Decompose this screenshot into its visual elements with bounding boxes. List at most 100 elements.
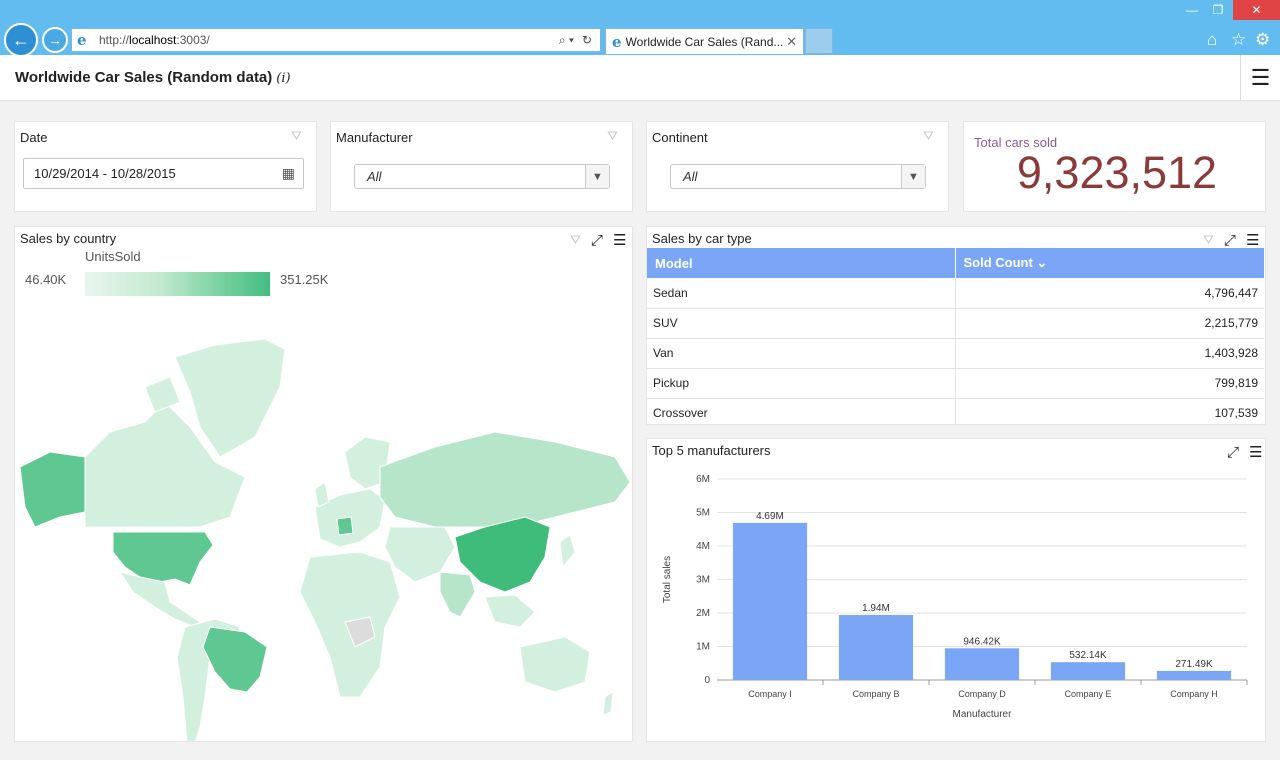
panel-menu-icon[interactable]: ☰ bbox=[1246, 231, 1259, 249]
hamburger-menu-icon[interactable]: ☰ bbox=[1240, 55, 1280, 101]
column-header-model[interactable]: Model bbox=[647, 248, 955, 278]
column-header-sold-count[interactable]: Sold Count ⌄ bbox=[954, 248, 1264, 278]
address-url[interactable]: http://localhost:3003/ bbox=[99, 33, 559, 47]
url-host: localhost bbox=[129, 33, 177, 47]
date-filter-card: Date ⛛ 10/29/2014 - 10/28/2015 ▦ bbox=[14, 121, 317, 212]
back-button[interactable]: ← bbox=[4, 23, 38, 57]
count-cell: 107,539 bbox=[954, 398, 1264, 424]
continent-selected-value: All bbox=[683, 169, 698, 184]
back-arrow-icon: ← bbox=[12, 29, 30, 50]
country-new-zealand[interactable] bbox=[602, 691, 614, 716]
minimize-button[interactable]: — bbox=[1180, 0, 1204, 20]
expand-icon[interactable]: ⤢ bbox=[1224, 232, 1236, 249]
forward-button[interactable]: → bbox=[42, 27, 68, 53]
kpi-card: Total cars sold 9,323,512 bbox=[963, 121, 1266, 212]
browser-chrome: ← → e http://localhost:3003/ ⌕ ▾ ↻ e Wor… bbox=[0, 0, 1280, 57]
url-prefix: http:// bbox=[99, 33, 130, 47]
kpi-value: 9,323,512 bbox=[1016, 147, 1218, 198]
sort-desc-icon[interactable]: ⌄ bbox=[1036, 255, 1047, 270]
table-row[interactable]: Van 1,403,928 bbox=[647, 338, 1264, 369]
table-row[interactable]: Pickup 799,819 bbox=[647, 368, 1264, 399]
region-southeast-asia[interactable] bbox=[484, 594, 536, 628]
dashboard-title-text: Worldwide Car Sales (Random data) bbox=[15, 69, 273, 86]
sales-by-country-panel: Sales by country ⛛ ⤢ ☰ UnitsSold 46.40K … bbox=[14, 226, 633, 742]
chevron-down-icon[interactable]: ▼ bbox=[585, 165, 609, 188]
search-icon[interactable]: ⌕ ▾ bbox=[559, 33, 574, 48]
count-cell: 4,796,447 bbox=[954, 278, 1264, 309]
data-label: 4.69M bbox=[756, 511, 784, 522]
continent-filter-card: Continent ⛛ All ▼ bbox=[646, 121, 949, 212]
table-row[interactable]: Sedan 4,796,447 bbox=[647, 278, 1264, 309]
date-range-value: 10/29/2014 - 10/28/2015 bbox=[34, 166, 176, 181]
data-label: 1.94M bbox=[862, 603, 890, 614]
x-tick-label: Company I bbox=[748, 689, 792, 699]
bar bbox=[944, 648, 1020, 680]
date-range-input[interactable]: 10/29/2014 - 10/28/2015 ▦ bbox=[23, 158, 304, 189]
manufacturer-select[interactable]: All ▼ bbox=[354, 164, 610, 189]
url-rest: :3003/ bbox=[176, 33, 210, 47]
model-cell: Sedan bbox=[647, 278, 955, 309]
data-label: 946.42K bbox=[963, 636, 1001, 647]
bar bbox=[1050, 662, 1126, 680]
sales-by-car-type-panel: Sales by car type ⛛ ⤢ ☰ Model Sold Count… bbox=[646, 226, 1266, 425]
cartype-title: Sales by car type bbox=[652, 231, 752, 246]
calendar-icon[interactable]: ▦ bbox=[282, 165, 295, 182]
car-type-table: Model Sold Count ⌄ Sedan 4,796,447 SUV 2,2… bbox=[647, 248, 1264, 424]
clear-filter-icon[interactable]: ⛛ bbox=[1203, 232, 1214, 248]
clear-filter-icon[interactable]: ⛛ bbox=[291, 128, 302, 144]
y-tick-label: 2M bbox=[696, 608, 710, 619]
address-bar[interactable]: e http://localhost:3003/ ⌕ ▾ ↻ bbox=[71, 28, 601, 52]
data-label: 271.49K bbox=[1175, 659, 1213, 670]
close-window-button[interactable]: ✕ bbox=[1233, 0, 1280, 20]
world-map bbox=[19, 338, 631, 741]
bar bbox=[732, 522, 808, 680]
continent-select[interactable]: All ▼ bbox=[670, 164, 926, 189]
browser-tab[interactable]: e Worldwide Car Sales (Rand... ✕ bbox=[605, 28, 804, 54]
country-russia[interactable] bbox=[379, 431, 631, 528]
table-header-row: Model Sold Count ⌄ bbox=[647, 248, 1264, 278]
manufacturer-filter-card: Manufacturer ⛛ All ▼ bbox=[330, 121, 633, 212]
model-cell: Crossover bbox=[647, 398, 955, 424]
cartype-panel-icons: ⛛ ⤢ ☰ bbox=[1203, 231, 1259, 250]
settings-gear-icon[interactable]: ⚙ bbox=[1255, 30, 1270, 50]
x-tick-label: Company B bbox=[852, 689, 899, 699]
x-tick-label: Company E bbox=[1064, 689, 1111, 699]
y-tick-label: 4M bbox=[696, 541, 710, 552]
tab-ie-icon: e bbox=[612, 32, 622, 51]
x-tick-label: Company H bbox=[1170, 689, 1218, 699]
country-australia[interactable] bbox=[519, 636, 591, 693]
country-japan[interactable] bbox=[559, 534, 576, 569]
table-row[interactable]: SUV 2,215,779 bbox=[647, 308, 1264, 339]
clear-filter-icon[interactable]: ⛛ bbox=[607, 128, 618, 144]
country-alaska[interactable] bbox=[19, 451, 86, 528]
dashboard-title: Worldwide Car Sales (Random data) (i) bbox=[15, 69, 291, 86]
y-tick-label: 6M bbox=[696, 474, 710, 485]
country-arctic-islands[interactable] bbox=[144, 376, 181, 413]
manufacturer-selected-value: All bbox=[367, 169, 382, 184]
date-filter-label: Date bbox=[20, 130, 48, 145]
country-uk[interactable] bbox=[314, 481, 330, 508]
table-row[interactable]: Crossover 107,539 bbox=[647, 398, 1264, 424]
clear-filter-icon[interactable]: ⛛ bbox=[923, 128, 934, 144]
country-india[interactable] bbox=[439, 571, 476, 618]
refresh-icon[interactable]: ↻ bbox=[582, 33, 592, 47]
country-brazil[interactable] bbox=[202, 626, 268, 693]
count-cell: 1,403,928 bbox=[954, 338, 1264, 369]
y-tick-label: 0 bbox=[704, 675, 710, 686]
tab-close-icon[interactable]: ✕ bbox=[786, 34, 797, 50]
info-icon[interactable]: (i) bbox=[276, 71, 290, 86]
country-germany[interactable] bbox=[336, 516, 354, 536]
sold-count-header-label: Sold Count bbox=[963, 255, 1033, 270]
app-header: Worldwide Car Sales (Random data) (i) ☰ bbox=[0, 55, 1280, 101]
model-cell: Van bbox=[647, 338, 955, 369]
ie-logo-icon: e bbox=[77, 31, 87, 49]
y-tick-label: 3M bbox=[696, 575, 710, 586]
manufacturer-filter-label: Manufacturer bbox=[336, 130, 413, 145]
top-manufacturers-bar-chart: 0 1M 2M 3M 4M 5M 6M 4.69M Company I 1.94M Company … bbox=[662, 474, 1248, 720]
maximize-button[interactable]: ❐ bbox=[1206, 0, 1230, 20]
new-tab-button[interactable] bbox=[805, 28, 833, 54]
favorites-star-icon[interactable]: ☆ bbox=[1231, 30, 1246, 50]
tab-title: Worldwide Car Sales (Rand... bbox=[625, 34, 784, 49]
chevron-down-icon[interactable]: ▼ bbox=[901, 165, 925, 188]
home-icon[interactable]: ⌂ bbox=[1207, 30, 1217, 50]
